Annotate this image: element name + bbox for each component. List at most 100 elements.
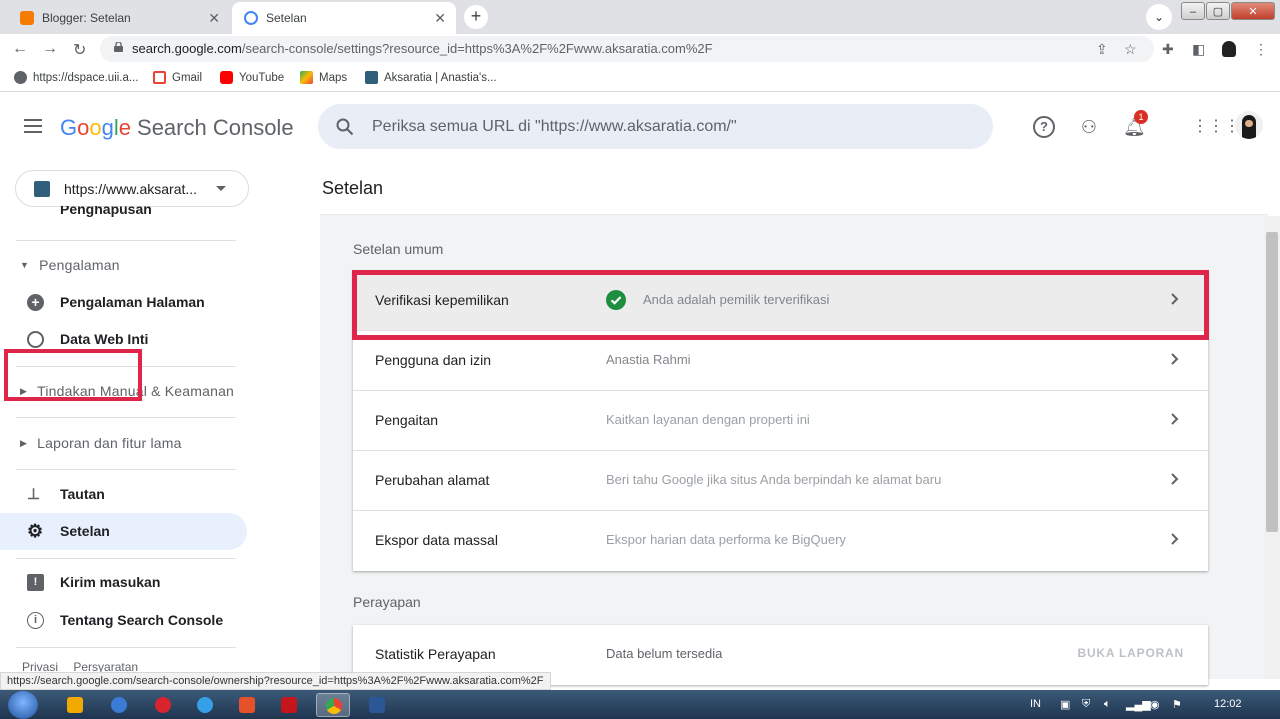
row-value: Beri tahu Google jika situs Anda berpind… xyxy=(606,472,942,487)
sitemap-links-icon: ⊥ xyxy=(27,486,41,503)
taskbar-app-ie[interactable] xyxy=(188,693,222,717)
bookmark-youtube[interactable]: YouTube xyxy=(220,71,284,84)
scrollbar-thumb[interactable] xyxy=(1266,232,1278,532)
section-laporan[interactable]: ▶ Laporan dan fitur lama xyxy=(20,435,182,451)
close-window-button[interactable]: ✕ xyxy=(1231,2,1275,20)
sidebar-item-pengalaman-halaman[interactable]: + Pengalaman Halaman xyxy=(0,284,248,320)
bookmark-dspace[interactable]: https://dspace.uii.a... xyxy=(14,71,138,84)
address-bar[interactable]: search.google.com/search-console/setting… xyxy=(100,36,1154,62)
gmail-icon xyxy=(153,71,166,84)
tab-search-icon[interactable]: ⌄ xyxy=(1146,4,1172,30)
search-placeholder: Periksa semua URL di "https://www.aksara… xyxy=(372,117,737,135)
taskbar-app-office[interactable] xyxy=(230,693,264,717)
sidebar-item-label: Tautan xyxy=(60,486,105,502)
maximize-button[interactable]: ▢ xyxy=(1206,2,1230,20)
sidebar-item-label: Kirim masukan xyxy=(60,574,161,590)
divider xyxy=(16,240,236,241)
tray-volume-icon[interactable]: 🔈︎ xyxy=(1104,698,1111,711)
add-circle-icon: + xyxy=(27,294,44,311)
tab-setelan[interactable]: Setelan ✕ xyxy=(232,2,456,34)
property-selector[interactable]: https://www.aksarat... xyxy=(15,170,249,207)
search-console-logo[interactable]: Google Search Console xyxy=(60,115,294,141)
bookmark-aksaratia[interactable]: Aksaratia | Anastia's... xyxy=(365,71,497,84)
row-label: Pengaitan xyxy=(375,412,439,428)
annotation-highlight-box xyxy=(352,270,1209,340)
extensions-icon[interactable]: ✚ xyxy=(1162,41,1174,58)
taskbar-app-opera[interactable] xyxy=(146,693,180,717)
help-icon[interactable]: ? xyxy=(1033,116,1055,138)
bookmark-label: Maps xyxy=(319,71,348,84)
manage-users-icon[interactable]: ⚇ xyxy=(1078,116,1100,138)
crawl-heading: Perayapan xyxy=(353,594,421,610)
sidebar: https://www.aksarat... Penghapusan ▼ Pen… xyxy=(0,158,270,679)
tray-keyboard-icon[interactable]: ▣ xyxy=(1060,698,1070,711)
taskbar: IN ▣ ⛨ 🔈︎ ▂▄▆ ◉ ⚑ 12:02 xyxy=(0,690,1280,719)
close-tab-icon[interactable]: ✕ xyxy=(208,10,220,27)
bookmark-gmail[interactable]: Gmail xyxy=(153,71,202,84)
taskbar-app-media[interactable] xyxy=(58,693,92,717)
sidebar-item-label: Pengalaman Halaman xyxy=(60,294,205,310)
sidebar-item-tentang[interactable]: i Tentang Search Console xyxy=(0,602,248,638)
bookmark-maps[interactable]: Maps xyxy=(300,71,347,84)
search-icon xyxy=(336,118,354,135)
logo-letter: e xyxy=(118,115,132,140)
sidebar-item-penghapusan[interactable]: Penghapusan xyxy=(60,206,152,218)
logo-product-name: Search Console xyxy=(137,115,294,140)
minimize-button[interactable]: – xyxy=(1181,2,1205,20)
bookmark-label: https://dspace.uii.a... xyxy=(33,71,139,84)
sidebar-item-kirim-masukan[interactable]: ! Kirim masukan xyxy=(0,564,248,600)
property-icon xyxy=(34,180,50,197)
menu-dots-icon[interactable]: ⋮ xyxy=(1254,41,1268,58)
side-panel-icon[interactable]: ◧ xyxy=(1192,41,1205,58)
taskbar-app-chrome[interactable] xyxy=(316,693,350,717)
bookmarks-bar: https://dspace.uii.a... Gmail YouTube Ma… xyxy=(0,64,1280,92)
profile-avatar-icon[interactable] xyxy=(1222,41,1236,57)
lock-icon[interactable] xyxy=(114,42,123,52)
url-inspection-search[interactable]: Periksa semua URL di "https://www.aksara… xyxy=(318,104,993,149)
section-label: Laporan dan fitur lama xyxy=(37,435,182,451)
taskbar-app-browser[interactable] xyxy=(102,693,136,717)
divider xyxy=(16,469,236,470)
expand-arrow-icon: ▶ xyxy=(20,437,28,448)
tray-network-icon[interactable]: ▂▄▆ xyxy=(1126,698,1151,711)
tray-flag-icon[interactable]: ⚑ xyxy=(1172,698,1182,711)
url-host: search.google.com xyxy=(132,41,242,56)
tab-blogger[interactable]: Blogger: Setelan ✕ xyxy=(8,2,230,34)
share-icon[interactable]: ⇪ xyxy=(1096,41,1108,58)
row-perubahan-alamat[interactable]: Perubahan alamat Beri tahu Google jika s… xyxy=(353,451,1208,511)
bookmark-star-icon[interactable]: ☆ xyxy=(1124,41,1137,58)
row-pengaitan[interactable]: Pengaitan Kaitkan layanan dengan propert… xyxy=(353,391,1208,451)
taskbar-app-pdf[interactable] xyxy=(272,693,306,717)
section-pengalaman[interactable]: ▼ Pengalaman xyxy=(20,257,120,273)
apps-grid-icon[interactable]: ⋮⋮⋮ xyxy=(1192,116,1240,138)
sidebar-item-tautan[interactable]: ⊥ Tautan xyxy=(0,476,248,512)
row-value: Kaitkan layanan dengan properti ini xyxy=(606,412,810,427)
new-tab-button[interactable]: + xyxy=(464,5,488,29)
tray-update-icon[interactable]: ◉ xyxy=(1150,698,1160,711)
back-icon[interactable]: ← xyxy=(12,40,28,58)
open-report-button[interactable]: BUKA LAPORAN xyxy=(1078,646,1185,660)
property-url: https://www.aksarat... xyxy=(64,180,198,197)
row-pengguna-izin[interactable]: Pengguna dan izin Anastia Rahmi xyxy=(353,331,1208,391)
opera-icon xyxy=(155,697,171,713)
tray-security-icon[interactable]: ⛨ xyxy=(1082,698,1090,711)
start-button[interactable] xyxy=(8,691,38,719)
language-indicator[interactable]: IN xyxy=(1030,698,1041,710)
forward-icon[interactable]: → xyxy=(42,40,58,58)
sidebar-item-setelan[interactable]: ⚙ Setelan xyxy=(0,513,248,549)
taskbar-app-word[interactable] xyxy=(360,693,394,717)
close-tab-icon[interactable]: ✕ xyxy=(434,10,446,27)
search-console-icon xyxy=(244,11,258,25)
row-ekspor-data[interactable]: Ekspor data massal Ekspor harian data pe… xyxy=(353,511,1208,571)
logo-letter: G xyxy=(60,115,78,140)
divider xyxy=(16,417,236,418)
chevron-right-icon xyxy=(1171,473,1179,485)
tab-title: Blogger: Setelan xyxy=(42,11,131,25)
reload-icon[interactable]: ↻ xyxy=(73,40,86,60)
logo-letter: o xyxy=(89,115,102,140)
hamburger-menu-icon[interactable] xyxy=(24,119,42,133)
row-value: Ekspor harian data performa ke BigQuery xyxy=(606,532,846,547)
page-title: Setelan xyxy=(322,178,384,198)
account-avatar[interactable] xyxy=(1235,111,1263,139)
browser-toolbar: ← → ↻ search.google.com/search-console/s… xyxy=(0,34,1280,64)
